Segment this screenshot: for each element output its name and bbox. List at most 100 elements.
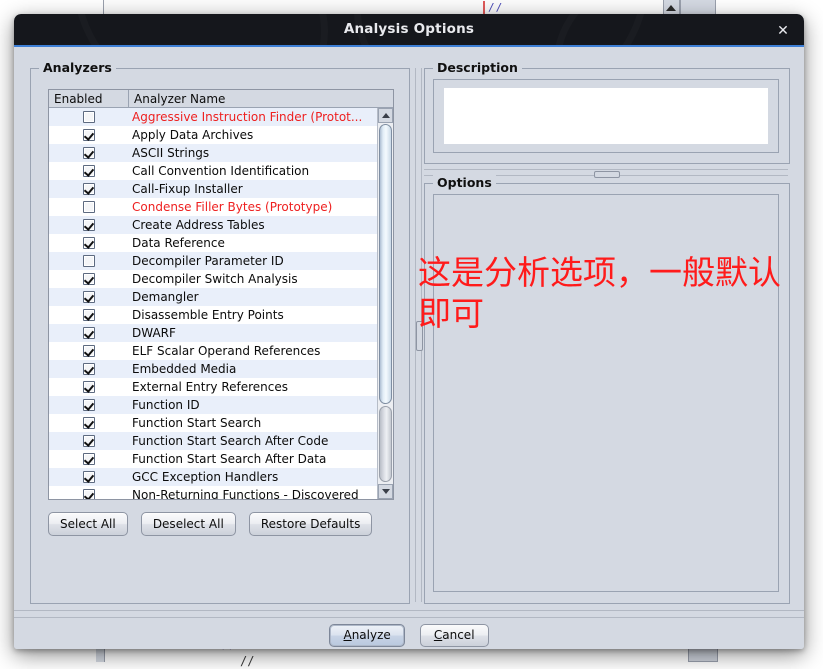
checkbox-checked-icon[interactable] [83,453,95,465]
checkbox-checked-icon[interactable] [83,327,95,339]
checkbox-checked-icon[interactable] [83,381,95,393]
enabled-cell[interactable] [49,291,129,303]
restore-defaults-button[interactable]: Restore Defaults [248,512,373,536]
table-row[interactable]: DWARF [49,324,377,342]
analyzer-name-cell[interactable]: GCC Exception Handlers [129,470,377,484]
table-row[interactable]: Decompiler Parameter ID [49,252,377,270]
table-row[interactable]: External Entry References [49,378,377,396]
enabled-cell[interactable] [49,273,129,285]
table-row[interactable]: Function Start Search [49,414,377,432]
table-row[interactable]: Function Start Search After Code [49,432,377,450]
table-row[interactable]: Create Address Tables [49,216,377,234]
enabled-cell[interactable] [49,399,129,411]
table-row[interactable]: Aggressive Instruction Finder (Protot... [49,108,377,126]
select-all-button[interactable]: Select All [48,512,128,536]
table-row[interactable]: Decompiler Switch Analysis [49,270,377,288]
analyzer-name-cell[interactable]: Aggressive Instruction Finder (Protot... [129,110,377,124]
column-header-enabled[interactable]: Enabled [49,90,129,107]
checkbox-checked-icon[interactable] [83,165,95,177]
table-row[interactable]: Call Convention Identification [49,162,377,180]
analyzer-name-cell[interactable]: Data Reference [129,236,377,250]
checkbox-checked-icon[interactable] [83,129,95,141]
checkbox-checked-icon[interactable] [83,219,95,231]
checkbox-checked-icon[interactable] [83,471,95,483]
enabled-cell[interactable] [49,147,129,159]
checkbox-unchecked-icon[interactable] [83,201,95,213]
table-row[interactable]: Embedded Media [49,360,377,378]
table-row[interactable]: Function Start Search After Data [49,450,377,468]
table-row[interactable]: Non-Returning Functions - Discovered [49,486,377,499]
scroll-up-button[interactable] [378,108,393,123]
checkbox-checked-icon[interactable] [83,345,95,357]
enabled-cell[interactable] [49,237,129,249]
cancel-button[interactable]: Cancel [419,624,489,647]
checkbox-checked-icon[interactable] [83,237,95,249]
table-row[interactable]: ASCII Strings [49,144,377,162]
enabled-cell[interactable] [49,327,129,339]
table-row[interactable]: GCC Exception Handlers [49,468,377,486]
close-icon[interactable]: ✕ [774,22,792,40]
enabled-cell[interactable] [49,309,129,321]
checkbox-checked-icon[interactable] [83,147,95,159]
analyzer-name-cell[interactable]: Demangler [129,290,377,304]
table-row[interactable]: Demangler [49,288,377,306]
checkbox-checked-icon[interactable] [83,309,95,321]
table-row[interactable]: Call-Fixup Installer [49,180,377,198]
analyzer-name-cell[interactable]: Function Start Search After Data [129,452,377,466]
checkbox-checked-icon[interactable] [83,417,95,429]
table-row[interactable]: ELF Scalar Operand References [49,342,377,360]
checkbox-checked-icon[interactable] [83,291,95,303]
analyzer-name-cell[interactable]: Decompiler Parameter ID [129,254,377,268]
checkbox-checked-icon[interactable] [83,435,95,447]
scrollbar-thumb[interactable] [379,124,392,404]
table-row[interactable]: Data Reference [49,234,377,252]
enabled-cell[interactable] [49,255,129,267]
hsplit-grip-handle[interactable] [594,171,620,178]
enabled-cell[interactable] [49,471,129,483]
analyzer-name-cell[interactable]: Call-Fixup Installer [129,182,377,196]
analyzer-name-cell[interactable]: Condense Filler Bytes (Prototype) [129,200,377,214]
analyzer-name-cell[interactable]: Disassemble Entry Points [129,308,377,322]
deselect-all-button[interactable]: Deselect All [140,512,236,536]
analyzer-name-cell[interactable]: Non-Returning Functions - Discovered [129,488,377,499]
analyzer-name-cell[interactable]: ASCII Strings [129,146,377,160]
analyzer-name-cell[interactable]: Apply Data Archives [129,128,377,142]
analyzer-name-cell[interactable]: Embedded Media [129,362,377,376]
analyzer-name-cell[interactable]: Decompiler Switch Analysis [129,272,377,286]
column-header-analyzer-name[interactable]: Analyzer Name [129,90,393,107]
enabled-cell[interactable] [49,345,129,357]
checkbox-checked-icon[interactable] [83,273,95,285]
scroll-down-button[interactable] [378,484,393,499]
table-row[interactable]: Function ID [49,396,377,414]
checkbox-checked-icon[interactable] [83,399,95,411]
enabled-cell[interactable] [49,129,129,141]
analyzer-name-cell[interactable]: External Entry References [129,380,377,394]
enabled-cell[interactable] [49,417,129,429]
table-row[interactable]: Condense Filler Bytes (Prototype) [49,198,377,216]
analyzer-name-cell[interactable]: Create Address Tables [129,218,377,232]
table-row[interactable]: Disassemble Entry Points [49,306,377,324]
enabled-cell[interactable] [49,111,129,123]
analyzer-name-cell[interactable]: DWARF [129,326,377,340]
checkbox-unchecked-icon[interactable] [83,111,95,123]
table-row[interactable]: Apply Data Archives [49,126,377,144]
analyzer-name-cell[interactable]: Function Start Search After Code [129,434,377,448]
enabled-cell[interactable] [49,183,129,195]
enabled-cell[interactable] [49,165,129,177]
analyzer-name-cell[interactable]: ELF Scalar Operand References [129,344,377,358]
enabled-cell[interactable] [49,435,129,447]
vertical-split-divider[interactable] [414,68,423,602]
checkbox-checked-icon[interactable] [83,363,95,375]
enabled-cell[interactable] [49,381,129,393]
scrollbar-track-lower[interactable] [379,406,392,482]
enabled-cell[interactable] [49,363,129,375]
analyzer-name-cell[interactable]: Function Start Search [129,416,377,430]
enabled-cell[interactable] [49,453,129,465]
analyzers-scrollbar[interactable] [377,108,393,499]
analyzer-name-cell[interactable]: Function ID [129,398,377,412]
checkbox-checked-icon[interactable] [83,183,95,195]
dialog-titlebar[interactable]: Analysis Options ✕ [14,14,804,46]
analyze-button[interactable]: Analyze [329,624,405,647]
checkbox-checked-icon[interactable] [83,489,95,499]
enabled-cell[interactable] [49,219,129,231]
